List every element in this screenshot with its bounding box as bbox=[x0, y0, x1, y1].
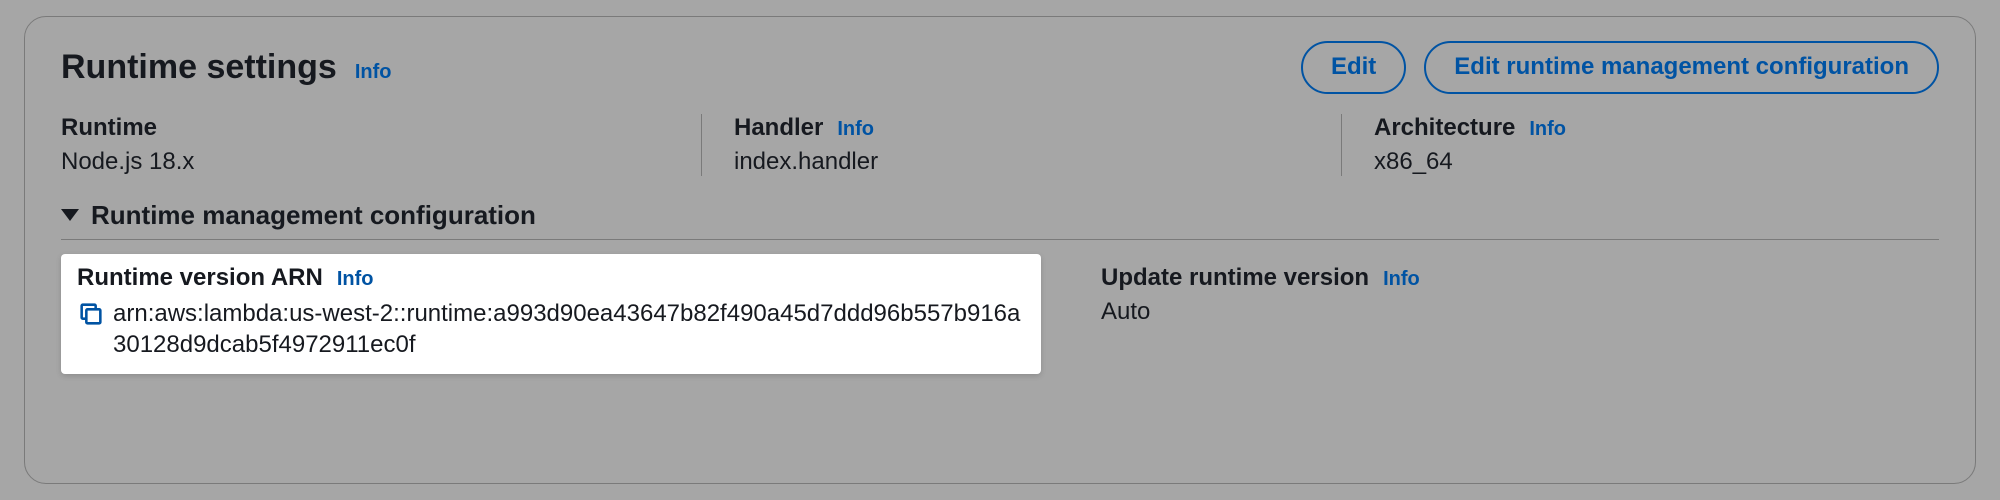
architecture-column: Architecture Info x86_64 bbox=[1341, 114, 1939, 176]
runtime-settings-info-link[interactable]: Info bbox=[355, 61, 392, 84]
update-runtime-version-block: Update runtime version Info Auto bbox=[1101, 254, 1420, 374]
runtime-version-arn-block: Runtime version ARN Info arn:aws:lambda:… bbox=[61, 254, 1041, 374]
panel-title: Runtime settings bbox=[61, 48, 337, 87]
runtime-settings-panel: Runtime settings Info Edit Edit runtime … bbox=[24, 16, 1976, 484]
panel-header: Runtime settings Info Edit Edit runtime … bbox=[61, 41, 1939, 94]
update-runtime-version-label: Update runtime version bbox=[1101, 264, 1369, 292]
caret-down-icon bbox=[61, 209, 79, 221]
update-runtime-version-info-link[interactable]: Info bbox=[1383, 268, 1420, 291]
edit-button[interactable]: Edit bbox=[1301, 41, 1406, 94]
runtime-version-arn-value: arn:aws:lambda:us-west-2::runtime:a993d9… bbox=[113, 298, 1025, 360]
runtime-version-arn-info-link[interactable]: Info bbox=[337, 268, 374, 291]
runtime-label: Runtime bbox=[61, 114, 157, 142]
edit-runtime-management-configuration-button[interactable]: Edit runtime management configuration bbox=[1424, 41, 1939, 94]
architecture-label: Architecture bbox=[1374, 114, 1515, 142]
update-runtime-version-value: Auto bbox=[1101, 298, 1420, 326]
architecture-value: x86_64 bbox=[1374, 148, 1899, 176]
copy-icon[interactable] bbox=[77, 300, 105, 328]
section-title: Runtime management configuration bbox=[91, 200, 536, 231]
handler-info-link[interactable]: Info bbox=[837, 118, 874, 141]
runtime-management-configuration-toggle[interactable]: Runtime management configuration bbox=[61, 200, 1939, 240]
handler-value: index.handler bbox=[734, 148, 1301, 176]
runtime-value: Node.js 18.x bbox=[61, 148, 661, 176]
runtime-column: Runtime Node.js 18.x bbox=[61, 114, 701, 176]
header-left: Runtime settings Info bbox=[61, 48, 391, 87]
architecture-info-link[interactable]: Info bbox=[1529, 118, 1566, 141]
runtime-management-config-row: Runtime version ARN Info arn:aws:lambda:… bbox=[61, 254, 1939, 374]
handler-column: Handler Info index.handler bbox=[701, 114, 1341, 176]
runtime-version-arn-label: Runtime version ARN bbox=[77, 264, 323, 292]
header-buttons: Edit Edit runtime management configurati… bbox=[1301, 41, 1939, 94]
handler-label: Handler bbox=[734, 114, 823, 142]
runtime-fields-row: Runtime Node.js 18.x Handler Info index.… bbox=[61, 114, 1939, 176]
